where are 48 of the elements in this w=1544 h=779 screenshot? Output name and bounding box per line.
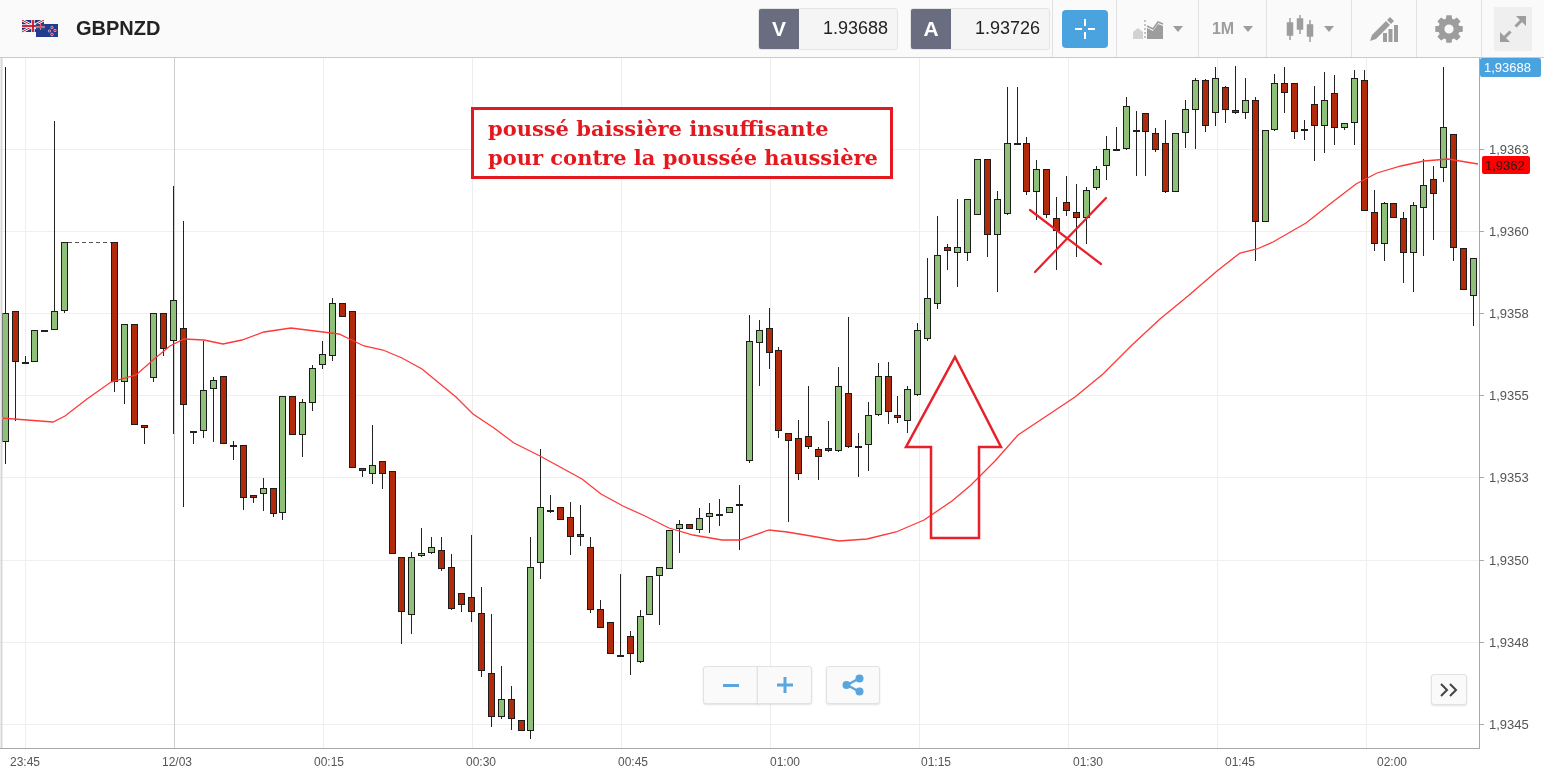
- trade-side-button[interactable]: V: [759, 8, 799, 49]
- price-axis-label: 1,9358: [1489, 306, 1529, 321]
- candlestick-icon: [1284, 14, 1315, 43]
- scroll-to-end-button[interactable]: [1431, 674, 1467, 705]
- time-axis-label: 00:30: [466, 755, 496, 769]
- annotation-text: poussé baissière insuffisante pour contre la poussée haussière: [488, 115, 878, 172]
- symbol-title: GBPNZD: [76, 17, 161, 40]
- zoom-in-button[interactable]: [757, 666, 812, 704]
- zoom-out-button[interactable]: [703, 666, 758, 704]
- time-axis-label: 01:45: [1225, 755, 1255, 769]
- share-icon: [842, 674, 864, 696]
- time-axis-label: 00:45: [618, 755, 648, 769]
- double-chevron-icon: [1440, 682, 1458, 697]
- time-axis-label: 12/03: [162, 755, 192, 769]
- time-axis-label: 00:15: [314, 755, 344, 769]
- price-axis-label: 1,9363: [1489, 142, 1529, 157]
- timeframe-button[interactable]: 1M: [1211, 19, 1254, 38]
- price-axis-label: 1,9360: [1489, 224, 1529, 239]
- minus-icon: [722, 683, 739, 687]
- price-axis-label: 1,9345: [1489, 717, 1529, 732]
- pencil-chart-icon: [1369, 15, 1399, 42]
- settings-button[interactable]: [1434, 13, 1464, 44]
- quote-price: 1.93688: [821, 17, 889, 40]
- price-axis-label: 1,9350: [1489, 553, 1529, 568]
- drawing-tools-button[interactable]: [1369, 15, 1399, 42]
- time-axis-label: 01:15: [921, 755, 951, 769]
- crosshair-icon: [1073, 17, 1096, 40]
- time-axis-label: 01:30: [1073, 755, 1103, 769]
- time-axis-label: 23:45: [10, 755, 40, 769]
- price-axis-label: 1,9355: [1489, 388, 1529, 403]
- time-axis-label: 02:00: [1377, 755, 1407, 769]
- price-axis-label: 1,9348: [1489, 635, 1529, 650]
- flag-icon: [22, 20, 58, 37]
- last-price-tag: 1,93688: [1480, 58, 1541, 77]
- time-axis-label: 01:00: [770, 755, 800, 769]
- candle-style-button[interactable]: [1284, 14, 1334, 43]
- plus-icon: [776, 677, 793, 693]
- area-chart-icon: [1132, 17, 1164, 40]
- chart-type-button[interactable]: [1132, 17, 1183, 40]
- fullscreen-button[interactable]: [1494, 6, 1532, 51]
- moving-average-value-tag: 1,9362: [1482, 156, 1530, 174]
- expand-icon: [1498, 13, 1528, 44]
- settings-icon: [1434, 13, 1464, 44]
- crosshair-button[interactable]: [1061, 9, 1108, 48]
- trade-side-button[interactable]: A: [911, 8, 951, 49]
- share-button[interactable]: [826, 666, 880, 704]
- quote-price: 1.93726: [973, 17, 1041, 40]
- price-axis-label: 1,9353: [1489, 470, 1529, 485]
